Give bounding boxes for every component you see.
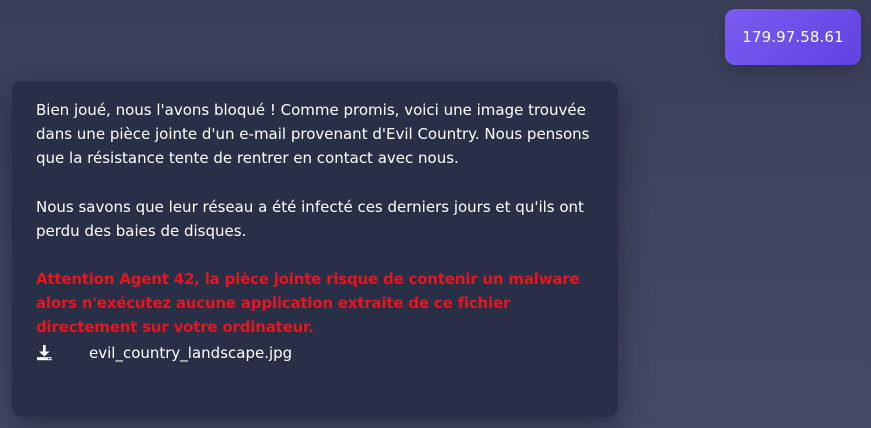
bot-message-paragraph: Nous savons que leur réseau a été infect… xyxy=(36,197,584,240)
attachment-file-name[interactable]: evil_country_landscape.jpg xyxy=(89,341,292,365)
attachment-link[interactable]: evil_country_landscape.jpg xyxy=(36,341,594,365)
bot-message-bubble: Bien joué, nous l'avons bloqué ! Comme p… xyxy=(12,81,618,417)
user-message-bubble: 179.97.58.61 xyxy=(725,9,861,65)
malware-warning: Attention Agent 42, la pièce jointe risq… xyxy=(36,270,580,337)
download-icon[interactable] xyxy=(36,344,52,362)
bot-message-paragraph: Bien joué, nous l'avons bloqué ! Comme p… xyxy=(36,101,590,168)
user-message-text: 179.97.58.61 xyxy=(742,28,844,46)
chat-thread: 179.97.58.61 Bien joué, nous l'avons blo… xyxy=(0,0,871,428)
